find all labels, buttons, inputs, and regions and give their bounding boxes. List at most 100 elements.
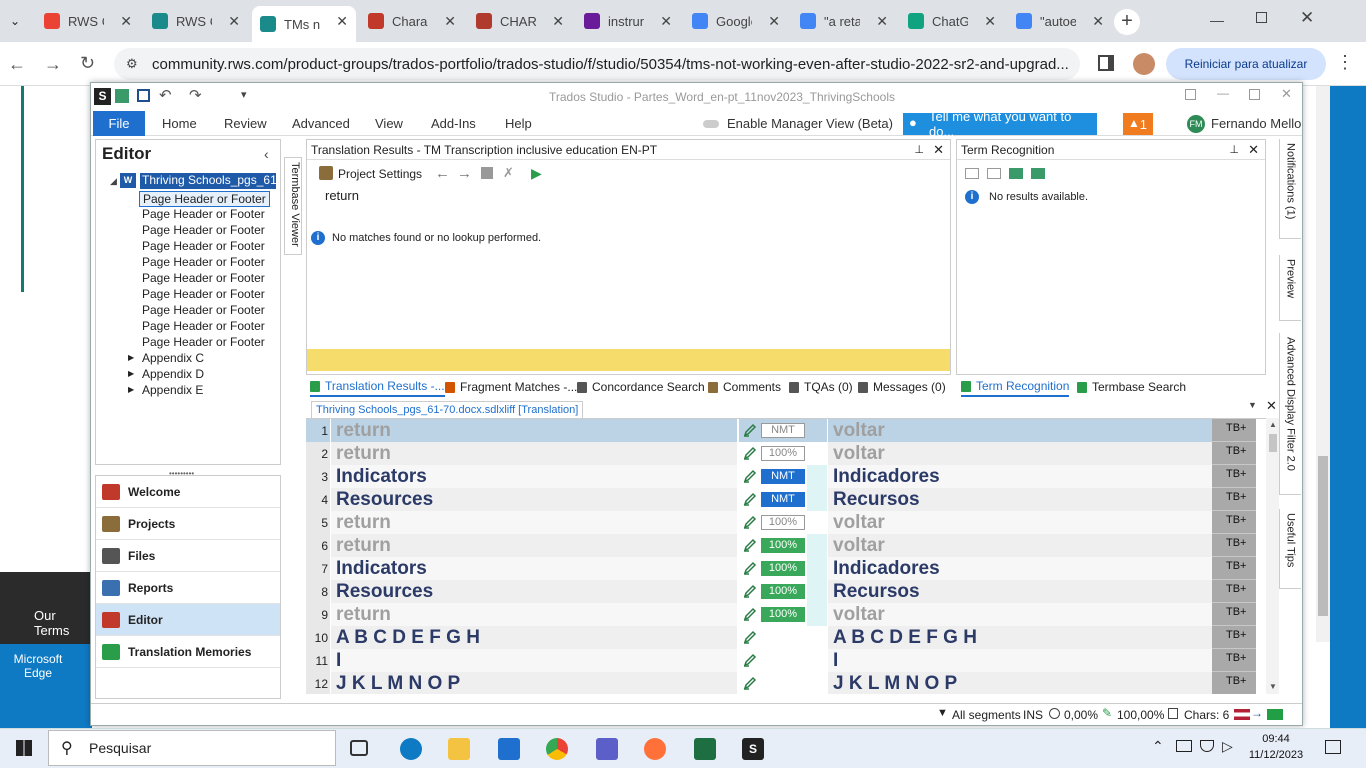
close-panel-icon[interactable]: ✕	[933, 142, 944, 158]
tree-item-appendix[interactable]: Appendix E	[142, 383, 203, 397]
tree-item-appendix[interactable]: Appendix D	[142, 367, 204, 381]
taskbar-search[interactable]: ⚲ Pesquisar	[48, 730, 336, 766]
notifications-side-tab[interactable]: Notifications (1)	[1279, 139, 1301, 239]
pin-icon[interactable]: ⊥	[914, 143, 924, 156]
taskbar-clock[interactable]: 09:44 11/12/2023	[1248, 731, 1304, 763]
qat-projects-icon[interactable]	[115, 89, 129, 103]
close-tab-icon[interactable]: ✕	[984, 13, 996, 30]
segment-row[interactable]: 12 J K L M N O PJ K L M N O P TB+	[306, 672, 1266, 694]
source-segment[interactable]: return	[331, 511, 737, 534]
term-tool-icon-1[interactable]	[965, 168, 979, 179]
tree-expand-icon[interactable]: ▶	[128, 351, 134, 362]
advanced-display-filter-side-tab[interactable]: Advanced Display Filter 2.0	[1279, 333, 1301, 495]
trados-taskbar-icon[interactable]: S	[742, 738, 764, 760]
target-segment[interactable]: Indicadores	[828, 465, 1212, 488]
studio-close-icon[interactable]: ✕	[1281, 86, 1292, 102]
segment-status[interactable]	[739, 649, 827, 672]
site-info-icon[interactable]: ⚙	[126, 56, 138, 72]
target-segment[interactable]: voltar	[828, 419, 1212, 442]
nav-files[interactable]: Files	[96, 540, 280, 572]
menu-help[interactable]: Help	[505, 116, 532, 131]
tree-item-appendix[interactable]: Appendix C	[142, 351, 204, 365]
target-segment[interactable]: voltar	[828, 511, 1212, 534]
segment-status[interactable]	[739, 672, 827, 694]
grid-dropdown-icon[interactable]: ▼	[1248, 400, 1257, 410]
tree-expand-icon[interactable]: ▶	[128, 367, 134, 378]
browser-tab[interactable]: ChatGi ✕	[900, 6, 1004, 36]
target-segment[interactable]: Recursos	[828, 488, 1212, 511]
tree-item-header-footer[interactable]: Page Header or Footer	[142, 319, 265, 333]
tree-root-document[interactable]: Thriving Schools_pgs_61-	[140, 173, 276, 189]
browser-tab[interactable]: Charac ✕	[360, 6, 464, 36]
browser-menu-icon[interactable]: ⋮	[1336, 52, 1354, 73]
close-tab-icon[interactable]: ✕	[552, 13, 564, 30]
segment-row[interactable]: 6 return 100% voltar TB+	[306, 534, 1266, 557]
user-name[interactable]: Fernando Mello	[1211, 116, 1301, 131]
source-segment[interactable]: return	[331, 442, 737, 465]
target-segment[interactable]: I	[828, 649, 1212, 672]
tb-plus-button[interactable]: TB+	[1212, 557, 1256, 580]
menu-view[interactable]: View	[375, 116, 403, 131]
grid-scroll-down-icon[interactable]: ▼	[1269, 682, 1277, 691]
nav-reports[interactable]: Reports	[96, 572, 280, 604]
tab-tqas[interactable]: TQAs (0)	[789, 377, 853, 397]
target-segment[interactable]: Recursos	[828, 580, 1212, 603]
save-icon[interactable]	[137, 89, 150, 102]
close-tab-icon[interactable]: ✕	[444, 13, 456, 30]
browser-tab[interactable]: Google ✕	[684, 6, 788, 36]
segment-row[interactable]: 9 return 100% voltar TB+	[306, 603, 1266, 626]
chrome-taskbar-icon[interactable]	[546, 738, 568, 760]
tb-plus-button[interactable]: TB+	[1212, 603, 1256, 626]
excel-icon[interactable]	[694, 738, 716, 760]
term-tool-icon-3[interactable]	[1009, 168, 1023, 179]
menu-home[interactable]: Home	[162, 116, 197, 131]
reload-icon[interactable]: ↻	[80, 53, 95, 74]
tb-plus-button[interactable]: TB+	[1212, 419, 1256, 442]
target-segment[interactable]: voltar	[828, 603, 1212, 626]
tb-plus-button[interactable]: TB+	[1212, 649, 1256, 672]
source-segment[interactable]: Resources	[331, 580, 737, 603]
target-segment[interactable]: A B C D E F G H	[828, 626, 1212, 649]
nav-projects[interactable]: Projects	[96, 508, 280, 540]
tb-plus-button[interactable]: TB+	[1212, 465, 1256, 488]
mail-icon[interactable]	[498, 738, 520, 760]
segment-row[interactable]: 11 I I TB+	[306, 649, 1266, 672]
apply-match-icon[interactable]	[481, 167, 493, 179]
segment-status[interactable]: NMT	[739, 419, 827, 442]
tab-termbase-search[interactable]: Termbase Search	[1077, 377, 1186, 397]
windows-start-icon[interactable]	[16, 740, 32, 756]
studio-restore-icon[interactable]	[1185, 89, 1196, 100]
forward-icon[interactable]: →	[44, 54, 62, 75]
source-segment[interactable]: return	[331, 603, 737, 626]
segment-status[interactable]	[739, 626, 827, 649]
tb-plus-button[interactable]: TB+	[1212, 534, 1256, 557]
firefox-icon[interactable]	[644, 738, 666, 760]
browser-tab[interactable]: TMs nc ✕	[252, 6, 356, 42]
edge-taskbar-icon[interactable]	[400, 738, 422, 760]
target-segment[interactable]: J K L M N O P	[828, 672, 1212, 694]
tb-plus-button[interactable]: TB+	[1212, 626, 1256, 649]
segment-row[interactable]: 10 A B C D E F G HA B C D E F G H TB+	[306, 626, 1266, 649]
cookie-text[interactable]: Our Terms	[34, 608, 69, 638]
file-explorer-icon[interactable]	[448, 738, 470, 760]
close-tab-icon[interactable]: ✕	[768, 13, 780, 30]
restart-to-update-button[interactable]: Reiniciar para atualizar	[1166, 48, 1326, 80]
tray-network-icon[interactable]	[1176, 740, 1192, 752]
window-close-icon[interactable]: ✕	[1300, 8, 1314, 28]
target-segment[interactable]: voltar	[828, 534, 1212, 557]
term-tool-icon-2[interactable]	[987, 168, 1001, 179]
segment-row[interactable]: 1 return NMT voltar TB+	[306, 419, 1266, 442]
go-icon[interactable]: ▶	[531, 165, 542, 182]
segment-status[interactable]: 100%	[739, 442, 827, 465]
source-segment[interactable]: J K L M N O P	[331, 672, 737, 694]
close-panel-icon[interactable]: ✕	[1248, 142, 1259, 158]
document-tab[interactable]: Thriving Schools_pgs_61-70.docx.sdlxliff…	[311, 401, 584, 418]
termbase-viewer-tab[interactable]: Termbase Viewer	[284, 157, 302, 255]
browser-tab[interactable]: instrun ✕	[576, 6, 680, 36]
undo-icon[interactable]: ↶	[159, 86, 172, 104]
tb-plus-button[interactable]: TB+	[1212, 488, 1256, 511]
menu-file[interactable]: File	[93, 111, 145, 136]
close-tab-icon[interactable]: ✕	[228, 13, 240, 30]
tree-item-header-footer[interactable]: Page Header or Footer	[142, 335, 265, 349]
manager-view-toggle[interactable]	[703, 120, 719, 128]
